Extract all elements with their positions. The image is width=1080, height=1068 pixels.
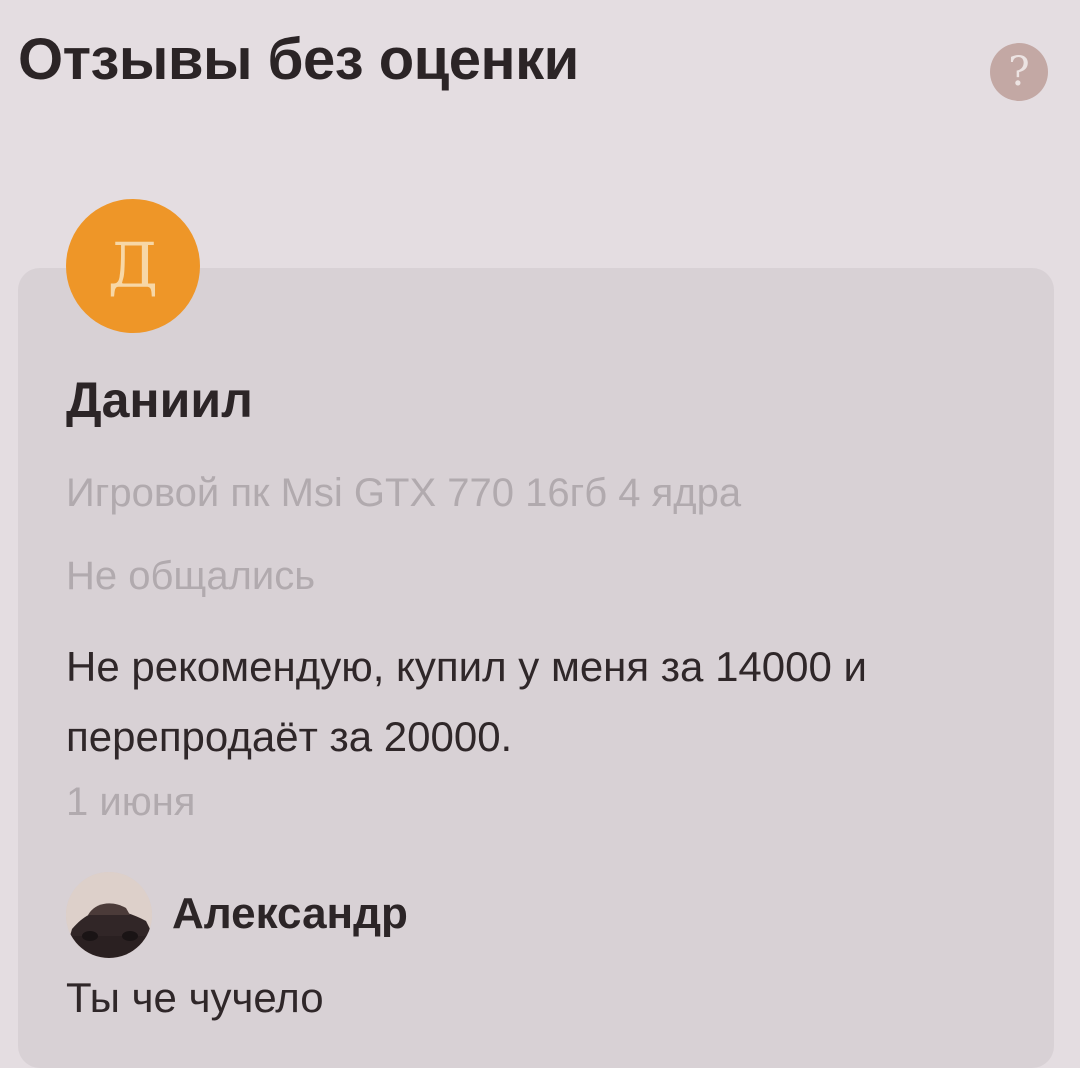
review-text: Не рекомендую, купил у меня за 14000 и п… <box>66 643 867 760</box>
review-author-name[interactable]: Даниил <box>66 368 253 432</box>
review-product-title[interactable]: Игровой пк Msi GTX 770 16гб 4 ядра <box>66 465 741 521</box>
review-date: 1 июня <box>66 780 196 824</box>
reply-author-name[interactable]: Александр <box>172 884 408 944</box>
question-circle-icon[interactable]: ? <box>990 43 1048 101</box>
reviews-page: Отзывы без оценки ? Д Даниил Игровой пк … <box>0 0 1080 1068</box>
avatar[interactable]: Д <box>66 199 200 333</box>
car-photo-avatar-icon <box>66 872 152 958</box>
reply-text: Ты че чучело <box>66 974 324 1021</box>
reply-avatar[interactable] <box>66 872 152 958</box>
section-title: Отзывы без оценки <box>18 27 579 92</box>
deal-status: Не общались <box>66 554 316 598</box>
